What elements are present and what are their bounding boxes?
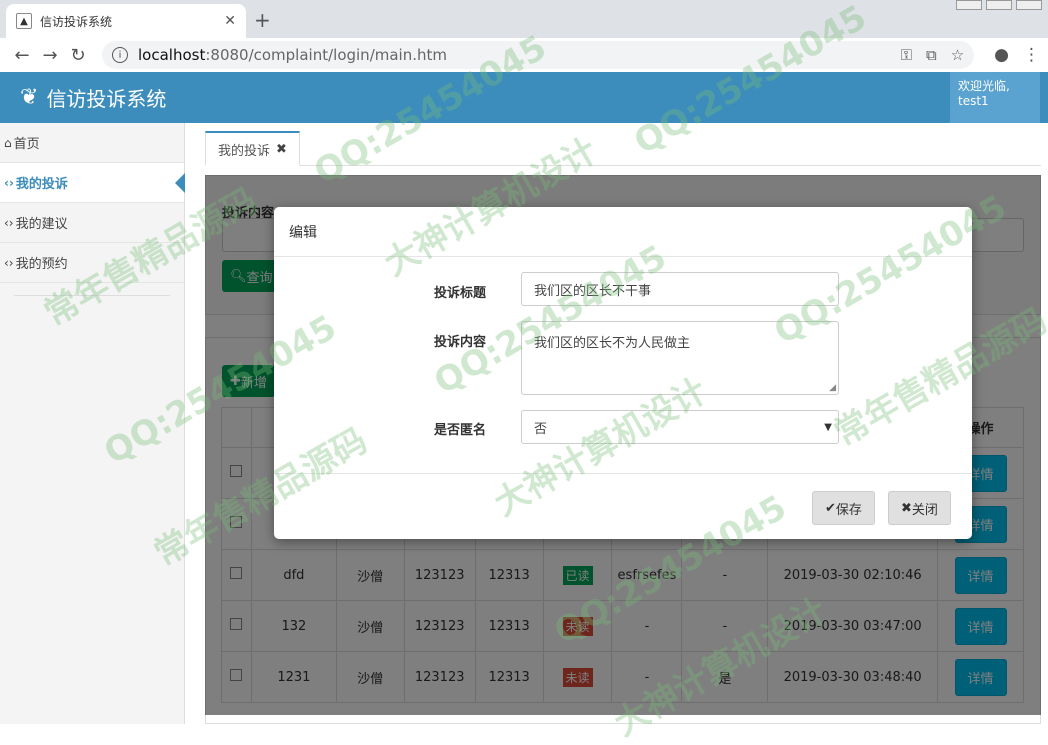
close-button[interactable]: ✖ 关闭 xyxy=(888,491,951,525)
reload-icon[interactable]: ↻ xyxy=(64,45,92,66)
browser-tab[interactable]: ▲ 信访投诉系统 ✕ xyxy=(6,4,246,38)
minimize-button[interactable] xyxy=(956,0,982,10)
save-button[interactable]: ✔ 保存 xyxy=(812,491,875,525)
sidebar-item-home[interactable]: ⌂ 首页 xyxy=(0,123,184,163)
leaf-icon: ❦ xyxy=(20,85,39,110)
code-icon: ‹› xyxy=(4,175,14,190)
forward-icon[interactable]: → xyxy=(36,45,64,66)
maximize-button[interactable] xyxy=(986,0,1012,10)
close-tab-icon[interactable]: ✕ xyxy=(224,13,236,29)
code-icon: ‹› xyxy=(4,215,14,230)
tab-label: 我的投诉 xyxy=(218,143,271,159)
account-icon[interactable]: ● xyxy=(994,45,1009,65)
edit-modal: 编辑 投诉标题 我们区的区长不干事 投诉内容 我们区的区长不为人民做主 ◢ 是否… xyxy=(274,207,972,539)
sidebar-item-label: 首页 xyxy=(13,137,40,152)
sidebar-item-my-suggestions[interactable]: ‹› 我的建议 xyxy=(0,203,184,243)
title-input[interactable]: 我们区的区长不干事 xyxy=(521,272,839,306)
app-header: ❦ 信访投诉系统 欢迎光临, test1 xyxy=(0,72,1048,123)
address-bar[interactable]: i localhost:8080/complaint/login/main.ht… xyxy=(102,41,975,69)
browser-chrome: ▲ 信访投诉系统 ✕ + ← → ↻ i localhost:8080/comp… xyxy=(0,0,1048,72)
modal-title: 编辑 xyxy=(274,207,972,257)
brand-title: 信访投诉系统 xyxy=(46,87,167,111)
close-icon: ✖ xyxy=(901,500,912,516)
favicon-icon: ▲ xyxy=(16,13,32,29)
modal-footer: ✔ 保存 ✖ 关闭 xyxy=(274,473,972,539)
content-textarea[interactable]: 我们区的区长不为人民做主 ◢ xyxy=(521,321,839,395)
sidebar-item-my-appointments[interactable]: ‹› 我的预约 xyxy=(0,243,184,283)
user-menu[interactable]: 欢迎光临, test1 xyxy=(950,72,1040,123)
chevron-down-icon: ▼ xyxy=(824,421,832,433)
title-label: 投诉标题 xyxy=(434,286,487,301)
info-icon[interactable]: i xyxy=(112,47,128,63)
welcome-text: 欢迎光临, xyxy=(958,79,1010,93)
sidebar-item-label: 我的投诉 xyxy=(15,177,68,192)
star-icon[interactable]: ☆ xyxy=(951,46,964,64)
anonymous-label: 是否匿名 xyxy=(434,423,487,438)
menu-icon[interactable]: ⋮ xyxy=(1023,45,1040,65)
content-label: 投诉内容 xyxy=(434,335,487,350)
browser-tabbar: ▲ 信访投诉系统 ✕ + xyxy=(0,0,1048,38)
translate-icon[interactable]: ⧉ xyxy=(926,46,937,64)
anonymous-select[interactable]: 否 ▼ xyxy=(521,410,839,444)
url-host: localhost xyxy=(138,46,206,64)
url-path: :8080/complaint/login/main.htm xyxy=(205,46,447,64)
back-icon[interactable]: ← xyxy=(8,45,36,66)
home-icon: ⌂ xyxy=(4,135,12,150)
sidebar-item-label: 我的预约 xyxy=(15,257,68,272)
window-controls xyxy=(956,0,1042,10)
close-icon[interactable]: ✖ xyxy=(276,142,287,157)
content-tabs: 我的投诉 ✖ xyxy=(205,131,1041,166)
sidebar-item-label: 我的建议 xyxy=(15,217,68,232)
check-icon: ✔ xyxy=(825,500,836,516)
sidebar: ⌂ 首页 ‹› 我的投诉 ‹› 我的建议 ‹› 我的预约 xyxy=(0,123,185,724)
window-close-button[interactable] xyxy=(1016,0,1042,10)
browser-tab-title: 信访投诉系统 xyxy=(40,14,113,29)
new-tab-icon[interactable]: + xyxy=(254,8,271,32)
resize-handle-icon[interactable]: ◢ xyxy=(829,383,836,393)
code-icon: ‹› xyxy=(4,255,14,270)
sidebar-divider xyxy=(14,295,170,296)
sidebar-item-my-complaints[interactable]: ‹› 我的投诉 xyxy=(0,163,185,203)
username: test1 xyxy=(958,94,989,108)
key-icon[interactable]: ⚿ xyxy=(901,46,912,64)
tab-my-complaints[interactable]: 我的投诉 ✖ xyxy=(205,131,300,166)
browser-navbar: ← → ↻ i localhost:8080/complaint/login/m… xyxy=(0,38,1048,72)
brand[interactable]: ❦ 信访投诉系统 xyxy=(20,72,166,123)
